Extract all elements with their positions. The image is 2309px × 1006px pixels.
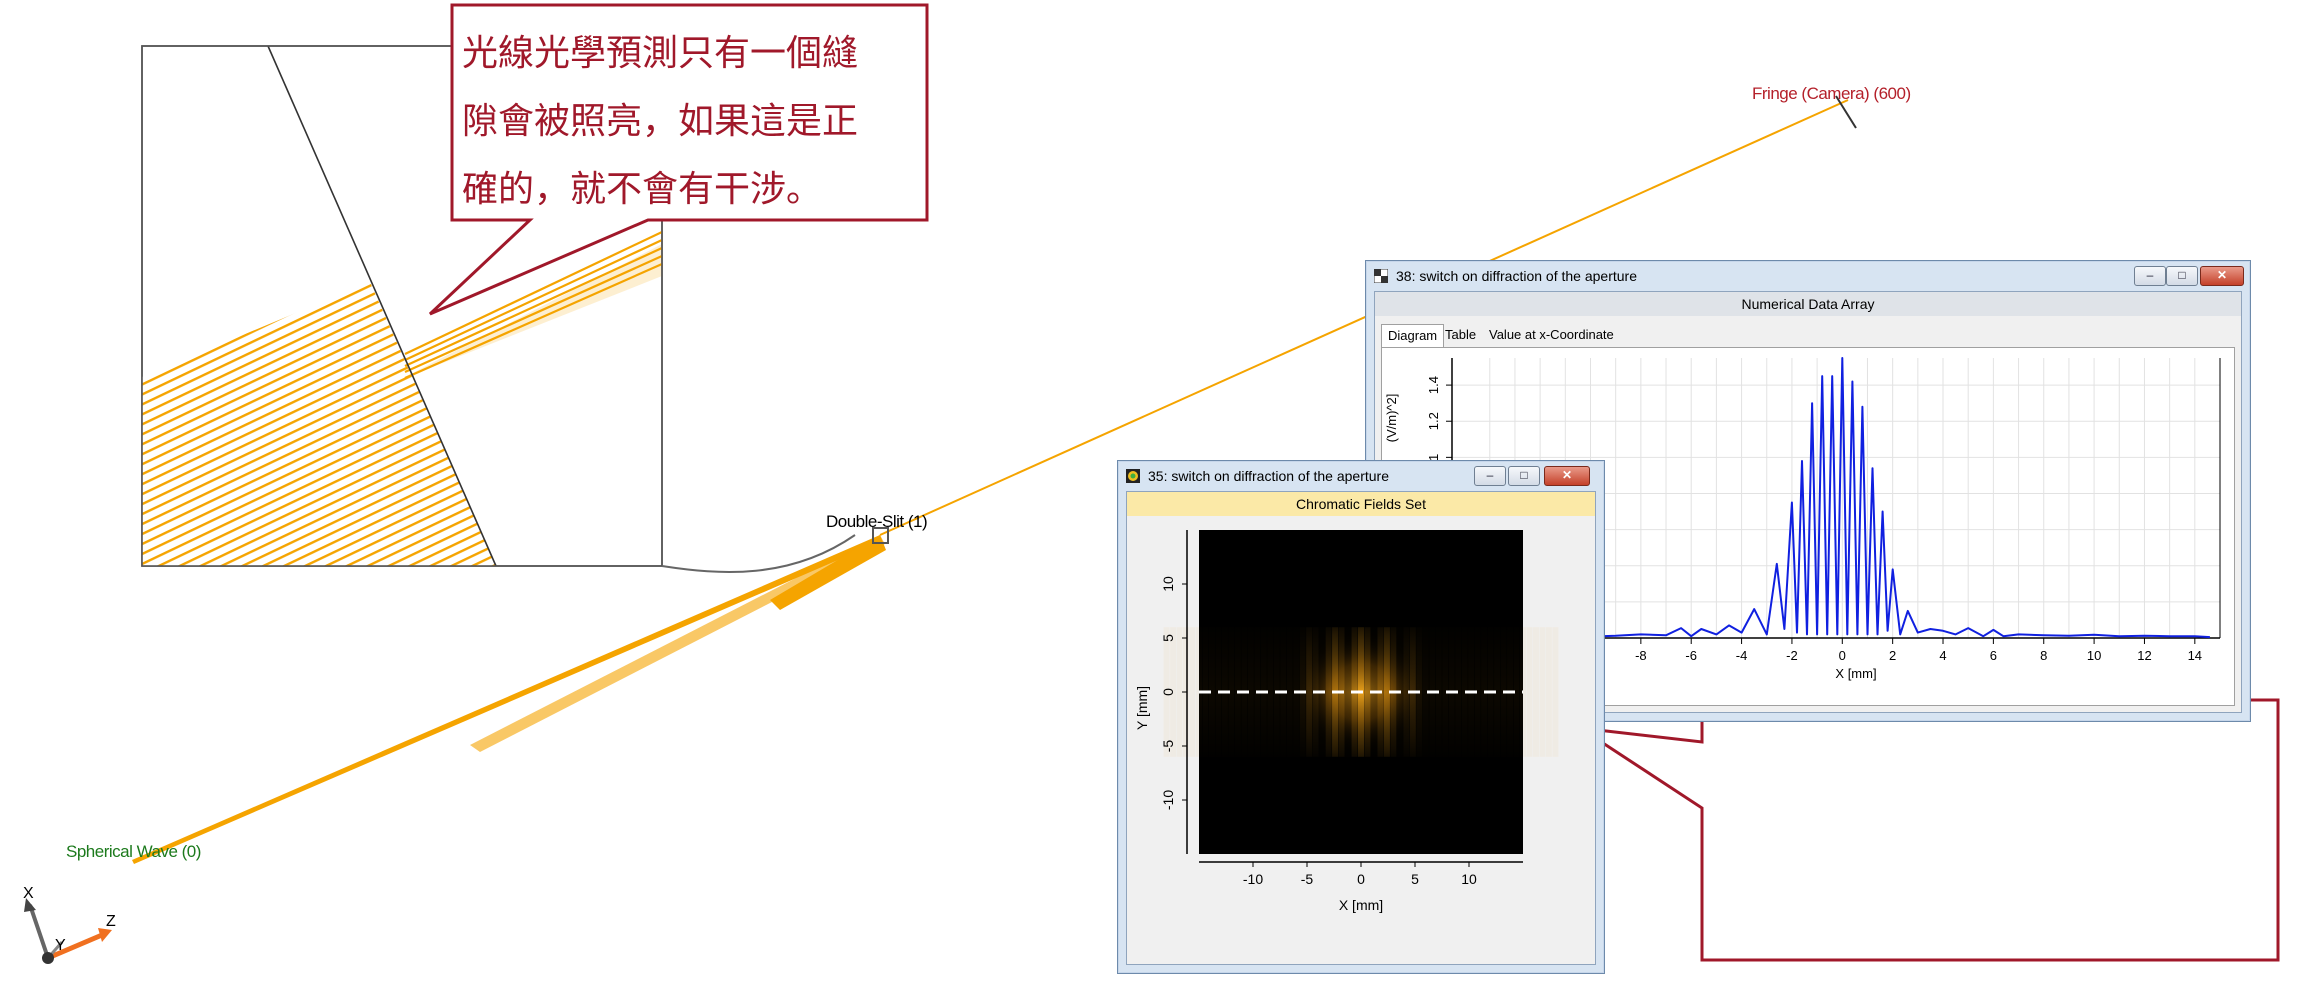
axis-z-label: Z (106, 913, 116, 930)
fringe-stripe (1189, 627, 1196, 757)
data-array-icon (1374, 269, 1388, 283)
spherical-wave-label[interactable]: Spherical Wave (0) (66, 842, 201, 862)
fringe-stripe (1552, 627, 1559, 757)
x-tick-label: -4 (1736, 648, 1748, 663)
x-tick-label: 6 (1990, 648, 1997, 663)
x-tick-label: 10 (2087, 648, 2101, 663)
intensity-curve (1600, 357, 2210, 639)
fringe-stripe (1539, 627, 1546, 757)
x-tick-label: 8 (2040, 648, 2047, 663)
x-tick-label: 12 (2137, 648, 2151, 663)
window-35-title: 35: switch on diffraction of the apertur… (1148, 468, 1389, 484)
heat-y-tick-label: -5 (1160, 740, 1176, 753)
heat-x-tick-label: -5 (1301, 871, 1314, 887)
heat-x-tick-label: 0 (1357, 871, 1365, 887)
fringe-stripe (1532, 627, 1539, 757)
heat-y-tick-label: 0 (1160, 688, 1176, 696)
callout-line-2: 隙會被照亮，如果這是正 (462, 101, 859, 142)
tab-table[interactable]: Table (1439, 324, 1482, 346)
tab-value-at-x[interactable]: Value at x-Coordinate (1483, 324, 1620, 346)
heat-y-tick-label: 5 (1160, 634, 1176, 642)
window-35-titlebar[interactable]: 35: switch on diffraction of the apertur… (1118, 461, 1604, 489)
callout-bottom-frame (1579, 698, 2280, 962)
heat-x-axis-label: X [mm] (1339, 897, 1383, 913)
x-axis-label: X [mm] (1835, 666, 1876, 681)
window-35-minimize-button[interactable]: – (1474, 466, 1506, 486)
heat-y-tick-label: -10 (1160, 790, 1176, 810)
fringe-stripe (1526, 627, 1533, 757)
window-35-restore-button[interactable]: □ (1508, 466, 1540, 486)
y-axis-label: (V/m)^2] (1384, 394, 1399, 443)
callout-top-text: 光線光學預測只有一個縫 隙會被照亮，如果這是正 確的，就不會有干涉。 (462, 20, 922, 224)
x-tick-label: -6 (1685, 648, 1697, 663)
callout-line-3: 確的，就不會有干涉。 (462, 169, 823, 210)
window-38-subheader: Numerical Data Array (1375, 292, 2241, 316)
heat-y-axis-label: Y [mm] (1134, 686, 1150, 730)
window-38-restore-button[interactable]: □ (2166, 266, 2198, 286)
axis-x-label: X (23, 885, 34, 902)
window-38-close-button[interactable]: ✕ (2200, 266, 2244, 286)
window-35[interactable]: 35: switch on diffraction of the apertur… (1117, 460, 1605, 974)
x-tick-label: 4 (1939, 648, 1946, 663)
x-tick-label: -2 (1786, 648, 1798, 663)
window-38-title: 38: switch on diffraction of the apertur… (1396, 268, 1637, 284)
x-tick-label: 0 (1839, 648, 1846, 663)
fringe-camera-label[interactable]: Fringe (Camera) (600) (1752, 84, 1911, 104)
window-38-titlebar[interactable]: 38: switch on diffraction of the apertur… (1366, 261, 2250, 289)
heat-x-tick-label: 10 (1461, 871, 1477, 887)
x-tick-label: 2 (1889, 648, 1896, 663)
callout-line-1: 光線光學預測只有一個縫 (462, 33, 859, 74)
y-tick-label: 1.4 (1426, 376, 1441, 394)
heat-x-tick-label: 5 (1411, 871, 1419, 887)
x-tick-label: -8 (1635, 648, 1647, 663)
window-35-subheader: Chromatic Fields Set (1127, 492, 1595, 516)
axes-triad: X Y Z (23, 885, 116, 964)
window-35-close-button[interactable]: ✕ (1544, 466, 1590, 486)
fringe-stripe (1176, 627, 1183, 757)
window-35-client: Chromatic Fields Set -10 -5 0 5 10 10 5 … (1126, 491, 1596, 965)
double-slit-label[interactable]: Double-Slit (1) (826, 512, 928, 532)
window-38-minimize-button[interactable]: – (2134, 266, 2166, 286)
heatmap-chart: -10 -5 0 5 10 10 5 0 -5 -10 X [mm] Y [mm] (1134, 530, 1559, 913)
heat-y-tick-label: 10 (1160, 576, 1176, 592)
field-set-icon (1126, 469, 1140, 483)
fringe-stripe (1545, 627, 1552, 757)
heat-x-tick-label: -10 (1243, 871, 1263, 887)
tab-diagram[interactable]: Diagram (1381, 324, 1445, 347)
x-tick-label: 14 (2188, 648, 2202, 663)
y-tick-label: 1.2 (1426, 412, 1441, 430)
axis-y-label: Y (55, 937, 66, 954)
